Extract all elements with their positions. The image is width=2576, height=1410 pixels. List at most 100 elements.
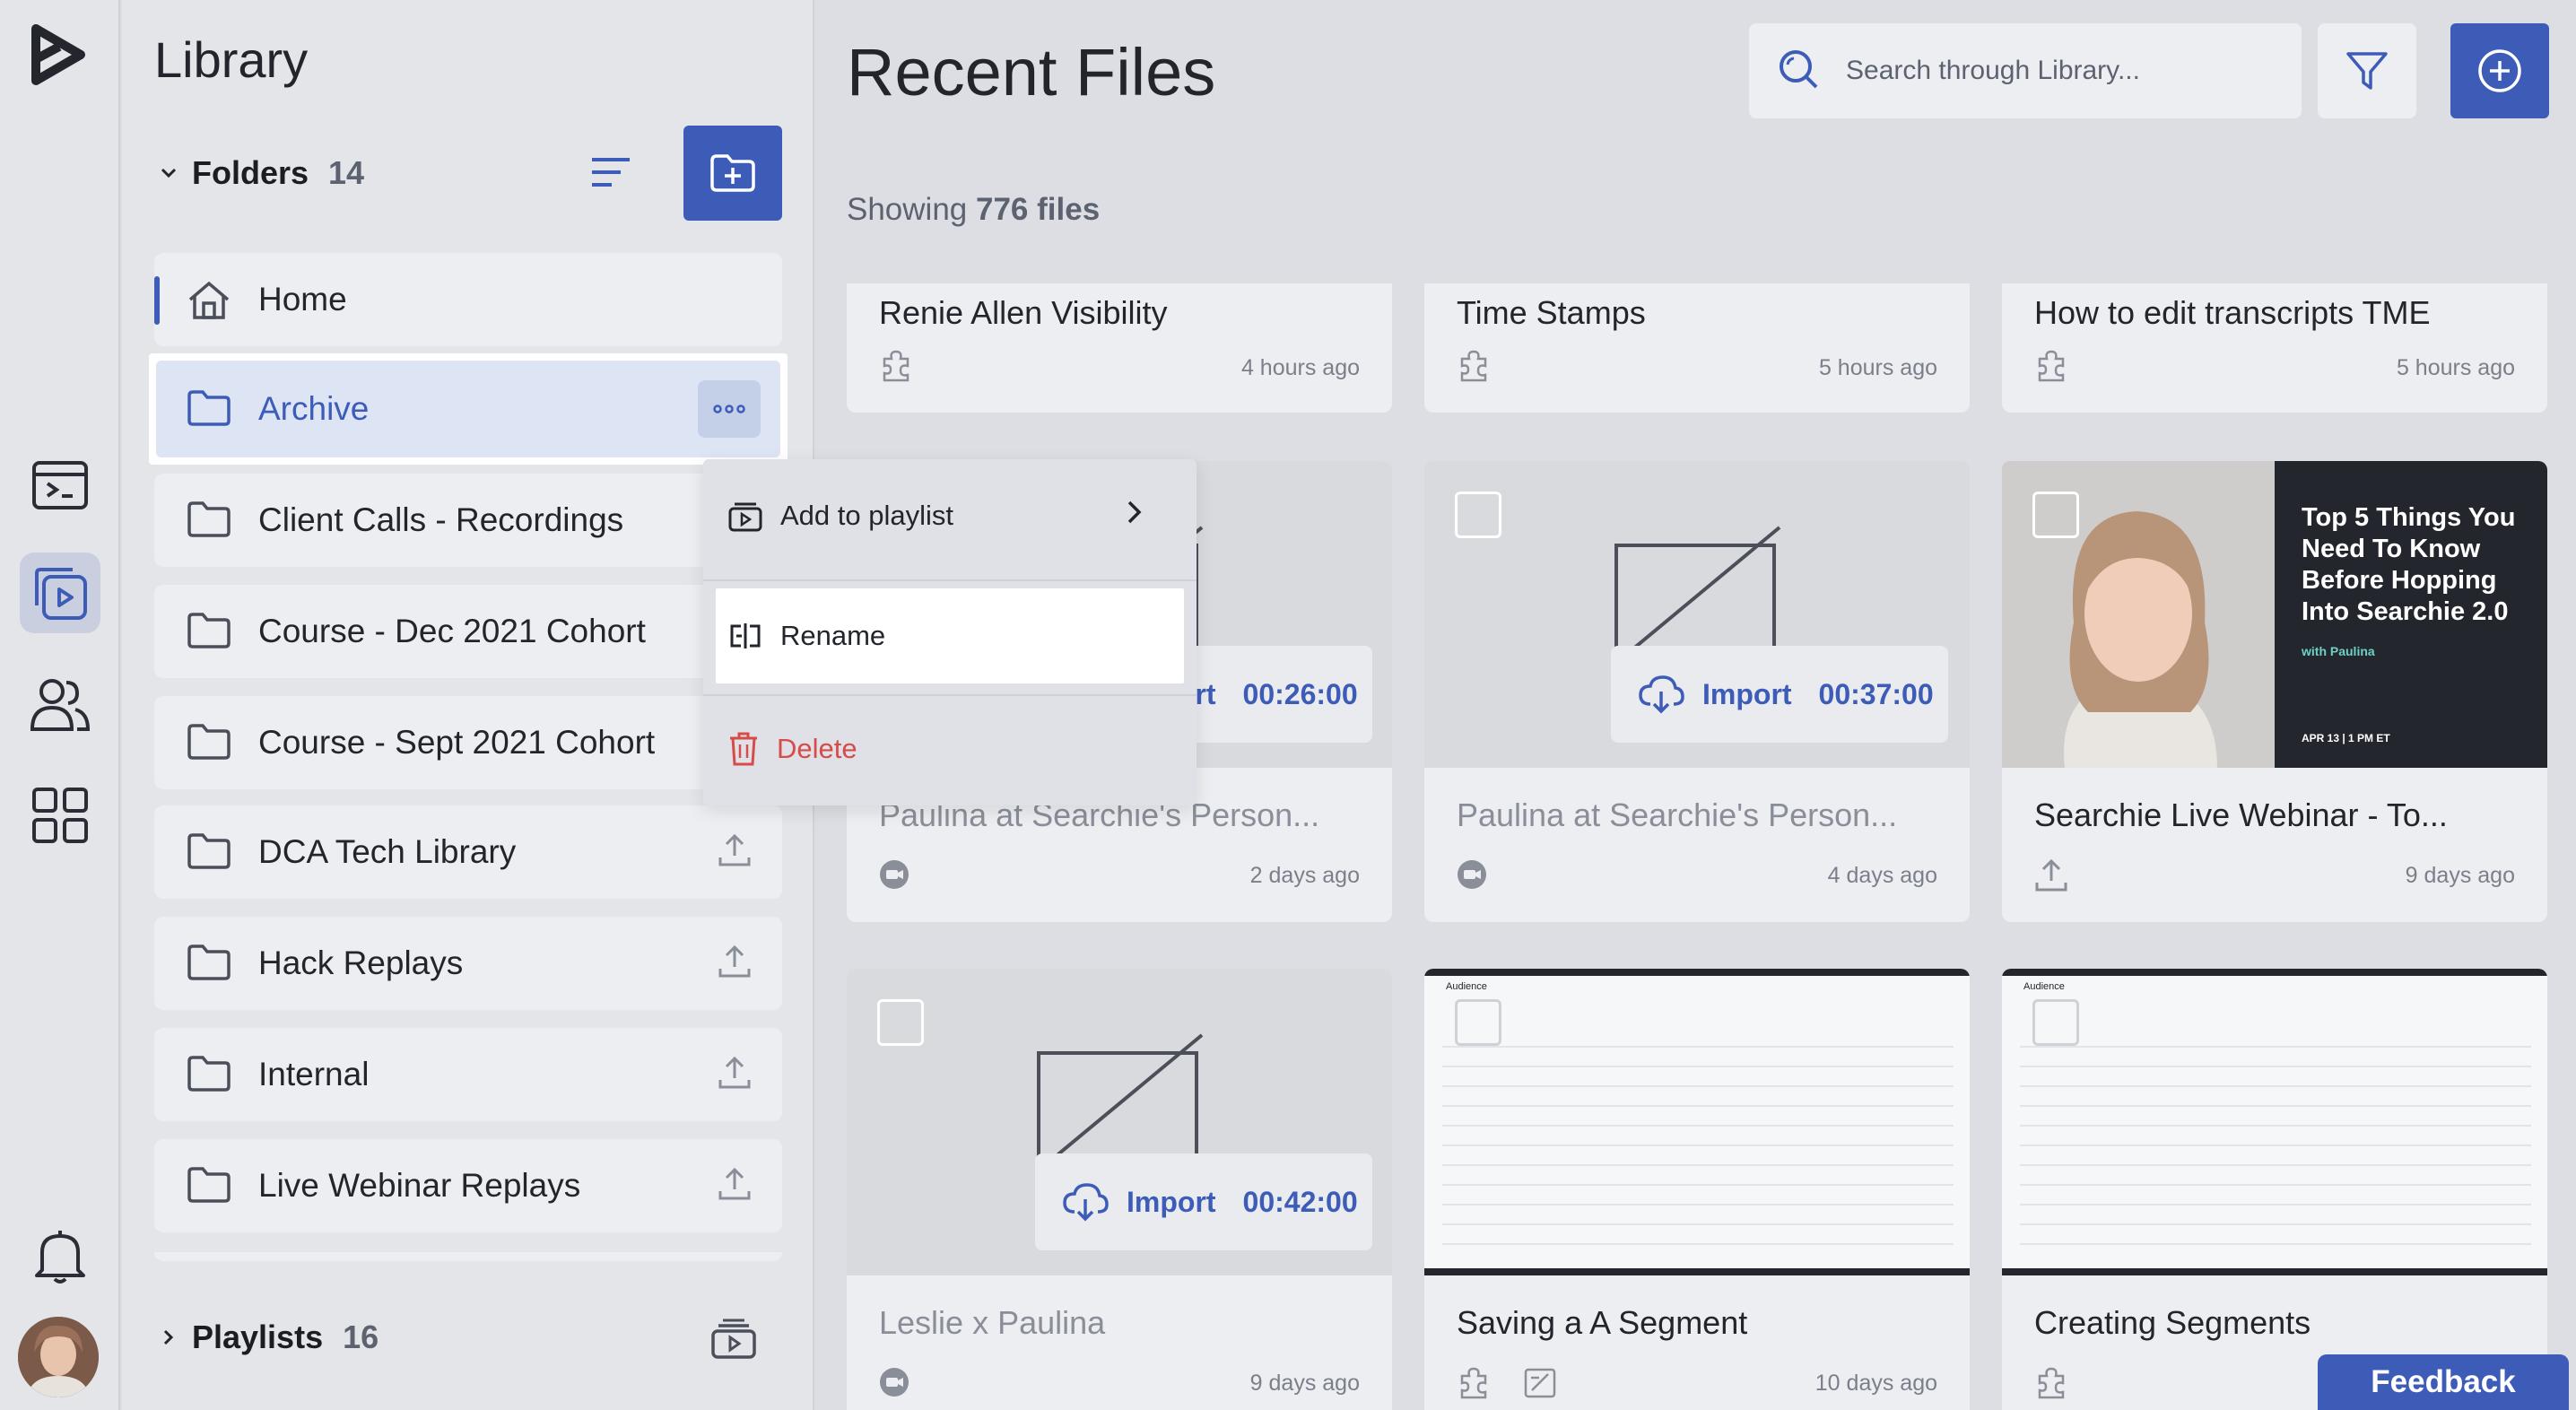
new-playlist-icon[interactable] <box>710 1319 757 1364</box>
folder-item-internal[interactable]: Internal <box>154 1028 782 1121</box>
file-title: Paulina at Searchie's Person... <box>1457 796 1898 833</box>
file-time: 9 days ago <box>2405 863 2515 888</box>
folder-item-client-calls[interactable]: Client Calls - Recordings <box>154 474 782 567</box>
file-time: 5 hours ago <box>1818 355 1937 380</box>
puzzle-icon <box>1457 1365 1491 1404</box>
file-title: Time Stamps <box>1457 294 1646 331</box>
folder-label: Live Webinar Replays <box>258 1167 581 1204</box>
users-icon[interactable] <box>20 664 100 744</box>
folders-section-toggle[interactable]: Folders 14 <box>158 154 364 192</box>
file-card[interactable]: Audience Creating Segments <box>2002 969 2547 1410</box>
cloud-download-icon <box>1639 675 1684 714</box>
file-card[interactable]: Top 5 Things You Need To Know Before Hop… <box>2002 461 2547 922</box>
select-checkbox[interactable] <box>877 999 924 1046</box>
upload-icon <box>2034 857 2068 898</box>
thumbnail-date: APR 13 | 1 PM ET <box>2302 732 2390 744</box>
select-checkbox[interactable] <box>1455 492 1501 538</box>
search-icon <box>1778 48 1819 94</box>
folder-label: Archive <box>258 390 370 427</box>
search-box[interactable] <box>1749 23 2302 118</box>
file-card[interactable]: Import 00:42:00 Leslie x Paulina 9 days a… <box>847 969 1392 1410</box>
feedback-button[interactable]: Feedback <box>2318 1354 2569 1410</box>
upload-icon[interactable] <box>718 1055 752 1099</box>
puzzle-icon <box>1457 348 1491 387</box>
folder-icon <box>187 832 231 878</box>
folder-label: Internal <box>258 1056 370 1092</box>
chevron-right-icon <box>1110 499 1162 533</box>
folder-item-dca-tech-library[interactable]: DCA Tech Library <box>154 805 782 899</box>
file-time: 10 days ago <box>1815 1371 1937 1396</box>
folder-item-course-dec-2021[interactable]: Course - Dec 2021 Cohort <box>154 585 782 678</box>
file-card[interactable]: Audience Saving a A Segment 10 days ago <box>1424 969 1970 1410</box>
folder-icon <box>187 612 231 657</box>
image-placeholder-icon <box>1613 524 1783 673</box>
folder-item-live-webinar-replays[interactable]: Live Webinar Replays <box>154 1139 782 1232</box>
menu-item-label: Delete <box>777 733 857 764</box>
menu-item-delete[interactable]: Delete <box>716 701 1184 796</box>
apps-grid-icon[interactable] <box>20 775 100 856</box>
import-duration: 00:37:00 <box>1818 677 1934 710</box>
playlists-section-toggle[interactable]: Playlists 16 <box>158 1319 379 1356</box>
import-button[interactable]: Import 00:42:00 <box>1035 1153 1372 1250</box>
menu-divider <box>703 579 1197 581</box>
more-options-button[interactable] <box>698 380 761 438</box>
file-time: 5 hours ago <box>2396 355 2515 380</box>
app-rail <box>0 0 120 1410</box>
library-icon[interactable] <box>20 553 100 633</box>
file-thumbnail: Import 00:42:00 <box>847 969 1392 1275</box>
folder-label: DCA Tech Library <box>258 833 517 870</box>
puzzle-icon <box>2034 348 2068 387</box>
folder-icon <box>187 500 231 546</box>
file-thumbnail: Audience <box>1424 969 1970 1275</box>
filter-icon <box>2346 52 2388 90</box>
menu-item-rename[interactable]: Rename <box>716 588 1184 683</box>
thumbnail-heading: Audience <box>2023 981 2065 992</box>
home-icon <box>187 280 231 329</box>
folder-icon <box>187 1166 231 1212</box>
avatar[interactable] <box>18 1317 99 1397</box>
folder-item-course-sept-2021[interactable]: Course - Sept 2021 Cohort <box>154 696 782 789</box>
thumbnail-headline: Top 5 Things You Need To Know Before Hop… <box>2302 503 2516 626</box>
recordings-icon[interactable] <box>20 445 100 526</box>
folder-icon <box>187 1055 231 1101</box>
app-logo[interactable] <box>27 23 90 86</box>
folder-item-archive[interactable]: Archive <box>149 353 788 465</box>
file-time: 4 days ago <box>1827 863 1937 888</box>
folders-label: Folders <box>192 154 309 191</box>
file-title: Renie Allen Visibility <box>879 294 1168 331</box>
menu-item-add-to-playlist[interactable]: Add to playlist <box>716 468 1184 563</box>
menu-item-label: Add to playlist <box>780 500 953 531</box>
folder-item-hack-replays[interactable]: Hack Replays <box>154 917 782 1010</box>
select-checkbox[interactable] <box>2032 999 2079 1046</box>
plus-circle-icon <box>2478 49 2521 92</box>
file-card[interactable]: How to edit transcripts TME 5 hours ago <box>2002 283 2547 413</box>
upload-icon[interactable] <box>718 1166 752 1210</box>
thumbnail-subtitle: with Paulina <box>2302 644 2375 658</box>
file-card[interactable]: Import 00:37:00 Paulina at Searchie's Per… <box>1424 461 1970 922</box>
folder-label: Hack Replays <box>258 944 464 981</box>
search-input[interactable] <box>1846 56 2258 86</box>
image-placeholder-icon <box>1035 1031 1205 1180</box>
file-title: Leslie x Paulina <box>879 1304 1106 1341</box>
file-thumbnail: Audience <box>2002 969 2547 1275</box>
file-card[interactable]: Time Stamps 5 hours ago <box>1424 283 1970 413</box>
folder-icon <box>187 723 231 769</box>
filter-button[interactable] <box>2318 23 2416 118</box>
folder-item-home[interactable]: Home <box>154 253 782 346</box>
select-checkbox[interactable] <box>1455 999 1501 1046</box>
add-file-button[interactable] <box>2450 23 2549 118</box>
folder-context-menu: Add to playlist Rename Delete <box>703 459 1197 805</box>
file-title: How to edit transcripts TME <box>2034 294 2431 331</box>
import-duration: 00:26:00 <box>1242 677 1358 710</box>
file-card[interactable]: Renie Allen Visibility 4 hours ago <box>847 283 1392 413</box>
upload-icon[interactable] <box>718 944 752 988</box>
select-checkbox[interactable] <box>2032 492 2079 538</box>
new-folder-button[interactable] <box>683 126 782 221</box>
import-button[interactable]: Import 00:37:00 <box>1611 646 1948 743</box>
bell-icon[interactable] <box>20 1216 100 1297</box>
playlist-icon <box>728 502 762 532</box>
chevron-right-icon <box>158 1319 179 1356</box>
file-title: Searchie Live Webinar - To... <box>2034 796 2448 833</box>
upload-icon[interactable] <box>718 832 752 876</box>
sort-icon[interactable] <box>588 154 633 195</box>
